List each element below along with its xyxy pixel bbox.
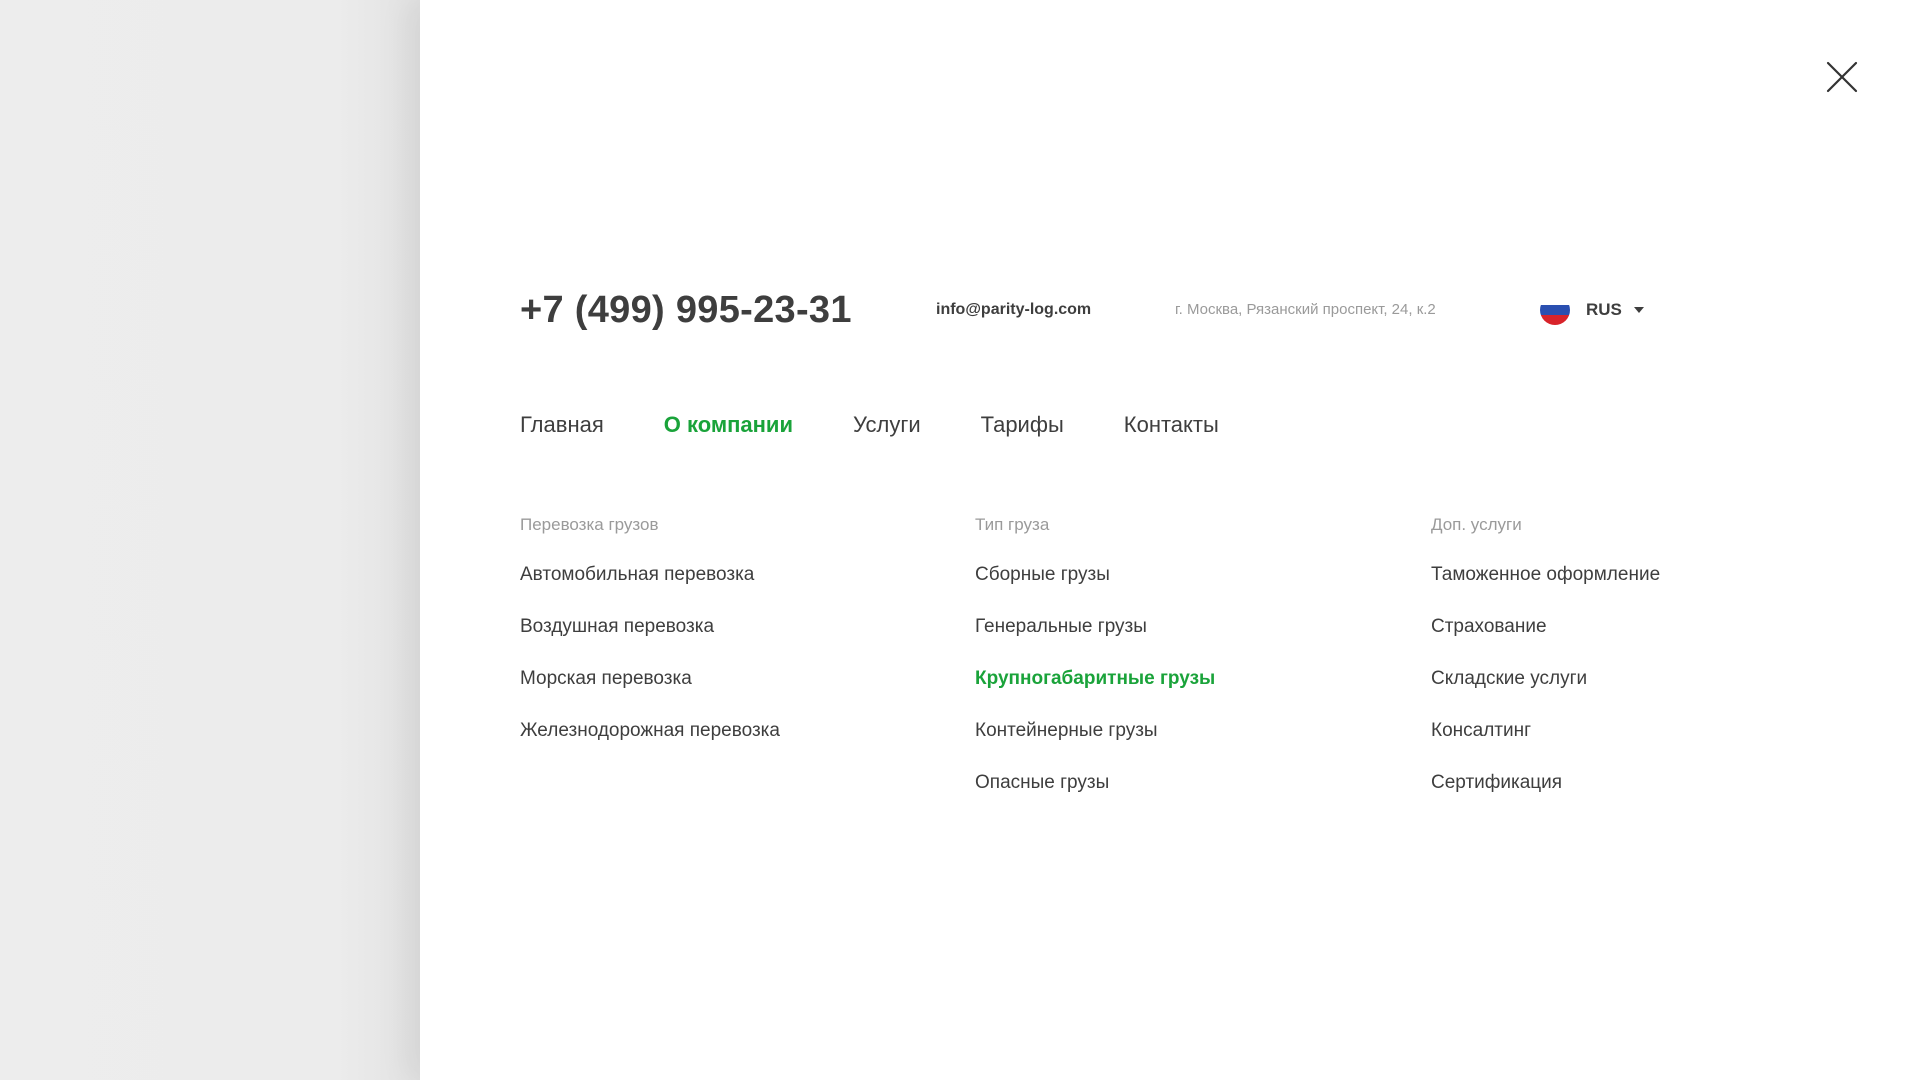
nav-item-home[interactable]: Главная (520, 412, 604, 438)
flag-stripe-red (1540, 315, 1570, 325)
column-list: Сборные грузы Генеральные грузы Крупнога… (975, 560, 1415, 820)
menu-link-oversized[interactable]: Крупногабаритные грузы (975, 664, 1415, 716)
menu-link-container[interactable]: Контейнерные грузы (975, 716, 1415, 768)
menu-link-warehouse[interactable]: Складские услуги (1431, 664, 1871, 716)
nav-item-tariffs[interactable]: Тарифы (981, 412, 1064, 438)
main-nav: Главная О компании Услуги Тарифы Контакт… (520, 405, 1279, 445)
russia-flag-icon (1540, 295, 1570, 325)
menu-link-customs[interactable]: Таможенное оформление (1431, 560, 1871, 612)
menu-link-groupage[interactable]: Сборные грузы (975, 560, 1415, 612)
menu-link-certification[interactable]: Сертификация (1431, 768, 1871, 820)
phone-link[interactable]: +7 (499) 995-23-31 (520, 285, 852, 335)
column-transport: Перевозка грузов Автомобильная перевозка… (520, 510, 960, 768)
language-label: RUS (1586, 300, 1622, 319)
language-selector[interactable]: RUS (1540, 293, 1644, 327)
email-link[interactable]: info@parity-log.com (936, 285, 1091, 335)
caret-down-icon (1633, 307, 1644, 313)
menu-link-insurance[interactable]: Страхование (1431, 612, 1871, 664)
column-list: Таможенное оформление Страхование Складс… (1431, 560, 1871, 820)
nav-item-services[interactable]: Услуги (853, 412, 921, 438)
menu-link-air[interactable]: Воздушная перевозка (520, 612, 960, 664)
menu-link-consulting[interactable]: Консалтинг (1431, 716, 1871, 768)
column-heading: Доп. услуги (1431, 515, 1522, 534)
page: +7 (499) 995-23-31 info@parity-log.com г… (0, 0, 1920, 1080)
contact-row: +7 (499) 995-23-31 info@parity-log.com г… (520, 285, 1770, 335)
column-heading: Тип груза (975, 515, 1050, 534)
menu-link-rail[interactable]: Железнодорожная перевозка (520, 716, 960, 768)
nav-item-about[interactable]: О компании (664, 412, 793, 438)
flag-stripe-white (1540, 295, 1570, 305)
close-button[interactable] (1820, 55, 1864, 99)
column-list: Автомобильная перевозка Воздушная перево… (520, 560, 960, 768)
column-extra-services: Доп. услуги Таможенное оформление Страхо… (1431, 510, 1871, 820)
column-heading: Перевозка грузов (520, 515, 659, 534)
menu-link-general[interactable]: Генеральные грузы (975, 612, 1415, 664)
flag-stripe-blue (1540, 305, 1570, 315)
menu-link-auto[interactable]: Автомобильная перевозка (520, 560, 960, 612)
overlay-backdrop[interactable] (0, 0, 420, 1080)
nav-item-contacts[interactable]: Контакты (1124, 412, 1219, 438)
menu-link-dangerous[interactable]: Опасные грузы (975, 768, 1415, 820)
close-icon (1826, 61, 1858, 93)
column-cargo-type: Тип груза Сборные грузы Генеральные груз… (975, 510, 1415, 820)
address-text: г. Москва, Рязанский проспект, 24, к.2 (1175, 301, 1436, 318)
menu-link-sea[interactable]: Морская перевозка (520, 664, 960, 716)
